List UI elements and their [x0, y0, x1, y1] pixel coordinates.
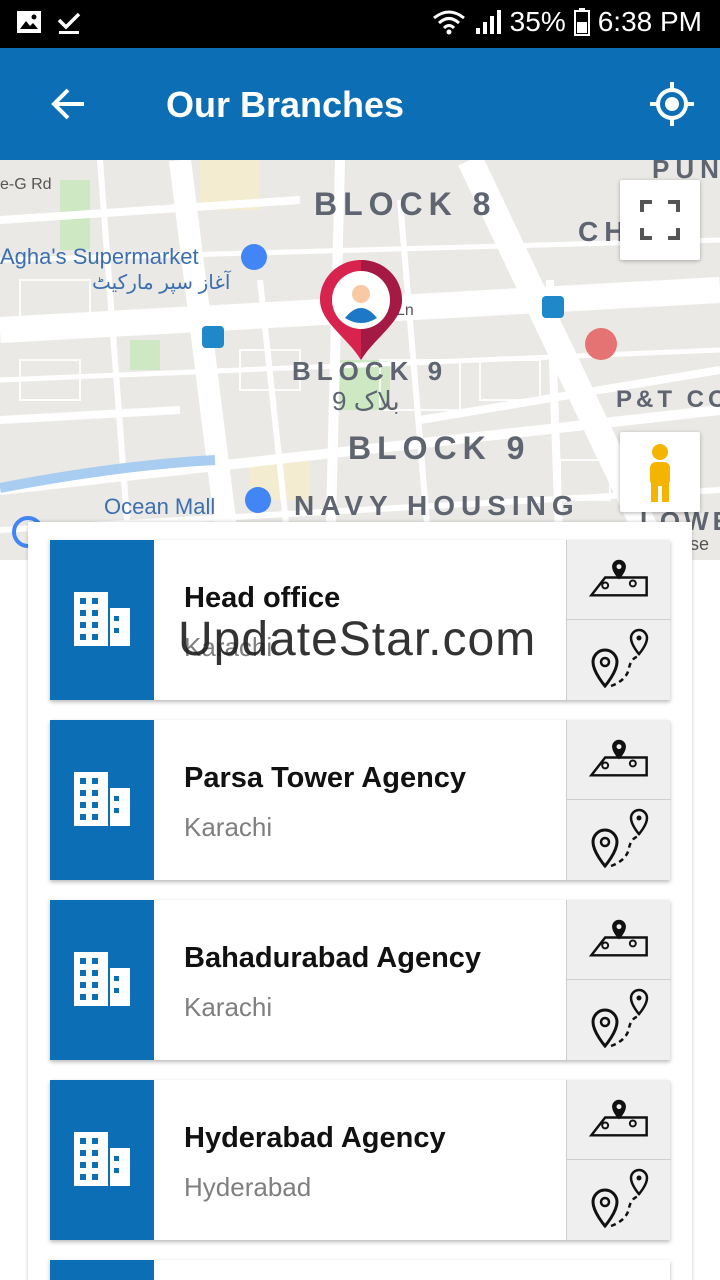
- battery-icon: [573, 8, 590, 36]
- branch-card-partial[interactable]: [50, 1260, 670, 1280]
- branch-icon-box: [50, 540, 154, 700]
- building-icon: [74, 1132, 130, 1186]
- branch-map[interactable]: BLOCK 8 PUN CH BLOCK 9 9 بلاک BLOCK 9 NA…: [0, 160, 720, 560]
- branch-card[interactable]: Bahadurabad Agency Karachi: [50, 900, 671, 1060]
- clock: 6:38 PM: [597, 6, 702, 37]
- branch-actions: [566, 900, 671, 1060]
- branch-icon-box: [50, 900, 154, 1060]
- branch-city: Hyderabad: [184, 1172, 312, 1202]
- check-icon: [57, 12, 81, 34]
- branch-card[interactable]: Parsa Tower Agency Karachi: [50, 720, 671, 880]
- street-view-button[interactable]: [620, 432, 700, 512]
- branch-city: Karachi: [184, 992, 273, 1022]
- signal-icon: [475, 10, 501, 34]
- map-pin-icon[interactable]: [567, 1080, 671, 1160]
- arrow-left-icon[interactable]: [44, 80, 92, 128]
- battery-percent: 35%: [509, 6, 566, 37]
- branch-icon-box: [50, 1260, 154, 1280]
- branch-icon-box: [50, 720, 154, 880]
- watermark: UpdateStar.com: [178, 613, 537, 666]
- route-icon[interactable]: [567, 800, 671, 880]
- fullscreen-icon: [640, 200, 680, 240]
- branch-actions: [566, 720, 671, 880]
- branch-name: Head office: [184, 582, 341, 614]
- branch-city: Karachi: [184, 812, 273, 842]
- map-label-block9-b: BLOCK 9: [348, 430, 531, 466]
- status-bar: 35% 6:38 PM: [0, 0, 720, 48]
- map-pin-icon[interactable]: [567, 540, 671, 620]
- poi-supermarket[interactable]: Agha's Supermarket: [0, 244, 199, 270]
- gallery-icon: [17, 11, 41, 33]
- route-icon[interactable]: [567, 1160, 671, 1240]
- building-icon: [74, 772, 130, 826]
- map-pin-icon[interactable]: [567, 720, 671, 800]
- map-label-pt: P&T CO: [616, 386, 720, 413]
- gps-icon[interactable]: [648, 80, 696, 128]
- pegman-icon: [650, 444, 670, 502]
- map-pin-icon[interactable]: [567, 900, 671, 980]
- branch-name: Hyderabad Agency: [184, 1122, 446, 1154]
- building-icon: [74, 592, 130, 646]
- poi-ocean-mall[interactable]: Ocean Mall: [104, 494, 215, 520]
- map-label-navy-housing: NAVY HOUSING: [294, 490, 580, 521]
- branch-icon-box: [50, 1080, 154, 1240]
- map-label-se: se: [690, 534, 710, 554]
- branch-actions: [566, 540, 671, 700]
- branch-name: Bahadurabad Agency: [184, 942, 482, 974]
- branch-card[interactable]: Hyderabad Agency Hyderabad: [50, 1080, 671, 1240]
- map-label-road: e-G Rd: [0, 176, 52, 193]
- fullscreen-button[interactable]: [620, 180, 700, 260]
- route-icon[interactable]: [567, 620, 671, 700]
- building-icon: [74, 952, 130, 1006]
- branch-actions: [566, 1080, 671, 1240]
- map-label-block9-urdu: 9 بلاک: [332, 386, 400, 416]
- poi-supermarket-urdu: آغاز سپر مارکیٹ: [92, 272, 231, 294]
- route-icon[interactable]: [567, 980, 671, 1060]
- page-title: Our Branches: [166, 84, 405, 125]
- branch-marker-icon[interactable]: [318, 258, 404, 362]
- wifi-icon: [432, 10, 465, 35]
- app-bar: Our Branches: [0, 48, 720, 160]
- map-label-block8: BLOCK 8: [314, 186, 497, 222]
- branch-name: Parsa Tower Agency: [184, 762, 467, 794]
